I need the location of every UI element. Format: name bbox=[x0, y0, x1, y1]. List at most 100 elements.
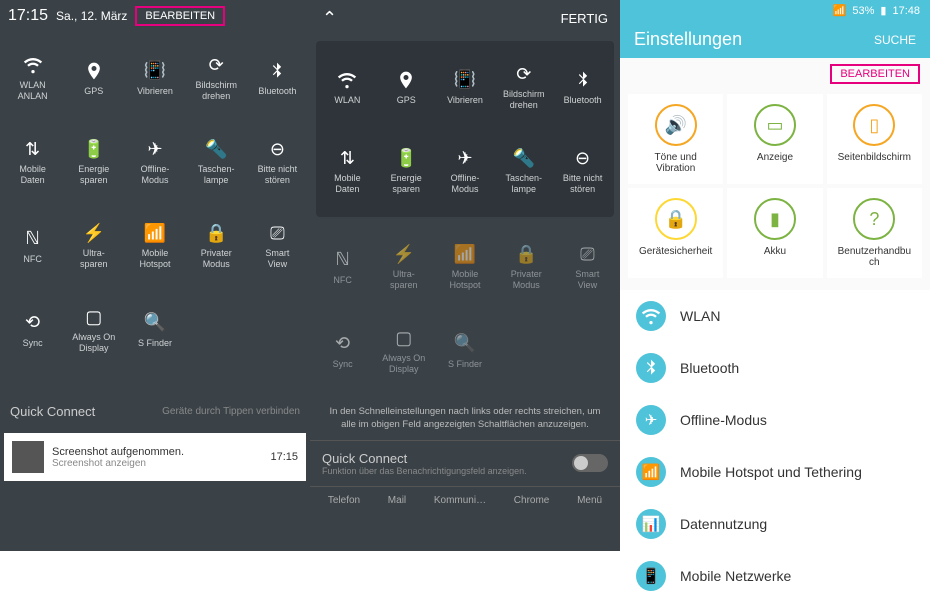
tile-label: Vibrieren bbox=[447, 95, 483, 106]
tile-label: Ultra-sparen bbox=[80, 248, 108, 270]
nav-item[interactable]: Kommuni… bbox=[434, 495, 486, 506]
tile-bt[interactable]: Bluetooth bbox=[553, 45, 612, 129]
tile-wifi[interactable]: WLAN bbox=[318, 45, 377, 129]
notification[interactable]: Screenshot aufgenommen. Screenshot anzei… bbox=[4, 433, 306, 481]
tile-search[interactable]: 🔍S Finder bbox=[434, 309, 495, 393]
tile-wifi[interactable]: WLANANLAN bbox=[2, 36, 63, 120]
tile-aod[interactable]: ▢Always OnDisplay bbox=[373, 309, 434, 393]
ultra-icon: ⚡ bbox=[83, 222, 105, 244]
tile-pin[interactable]: GPS bbox=[63, 36, 124, 120]
tile-cast[interactable]: ⎚SmartView bbox=[247, 204, 308, 288]
list-label: Offline-Modus bbox=[680, 412, 767, 428]
tile-nfc[interactable]: ℕNFC bbox=[312, 225, 373, 309]
tile-ultra[interactable]: ⚡ Ultra-sparen bbox=[63, 204, 124, 288]
card-label: Töne undVibration bbox=[655, 152, 697, 174]
list-item[interactable]: 📶Mobile Hotspot und Tethering bbox=[620, 446, 930, 498]
tile-label: S Finder bbox=[138, 338, 172, 349]
tile-dnd[interactable]: ⊖Bitte nichtstören bbox=[247, 120, 308, 204]
tile-battery[interactable]: 🔋 Energiesparen bbox=[63, 120, 124, 204]
status-bar-edit: ⌃ FERTIG bbox=[310, 0, 620, 37]
edit-hint: In den Schnelleinstellungen nach links o… bbox=[310, 397, 620, 440]
list-item[interactable]: 📊Datennutzung bbox=[620, 498, 930, 550]
card-label: Anzeige bbox=[757, 152, 793, 163]
tile-dnd[interactable]: ⊖Bitte nichtstören bbox=[553, 129, 612, 213]
card-display[interactable]: ▭Anzeige bbox=[727, 94, 822, 184]
tile-label: Offline-Modus bbox=[451, 173, 480, 195]
bt-icon bbox=[572, 69, 594, 91]
chevron-up-icon[interactable]: ⌃ bbox=[322, 8, 337, 29]
nav-item[interactable]: Chrome bbox=[514, 495, 550, 506]
tile-rotate[interactable]: ⟳Bildschirmdrehen bbox=[186, 36, 247, 120]
quick-connect-toggle[interactable] bbox=[572, 454, 608, 472]
tile-hotspot[interactable]: 📶MobileHotspot bbox=[124, 204, 185, 288]
tile-rotate[interactable]: ⟳Bildschirmdrehen bbox=[494, 45, 553, 129]
aod-icon: ▢ bbox=[393, 327, 415, 349]
nav-item[interactable]: Telefon bbox=[328, 495, 360, 506]
nav-item[interactable]: Mail bbox=[388, 495, 406, 506]
tile-label: Bitte nichtstören bbox=[258, 164, 298, 186]
list-item[interactable]: 📱Mobile Netzwerke bbox=[620, 550, 930, 602]
edit-button[interactable]: BEARBEITEN bbox=[135, 6, 225, 26]
tile-label: Bluetooth bbox=[564, 95, 602, 106]
quick-connect-toggle-row: Quick Connect Funktion über das Benachri… bbox=[310, 440, 620, 486]
tile-data[interactable]: ⇅ MobileDaten bbox=[318, 129, 377, 213]
torch-icon: 🔦 bbox=[205, 138, 227, 160]
private-icon: 🔒 bbox=[515, 243, 537, 265]
tile-sync[interactable]: ⟲Sync bbox=[312, 309, 373, 393]
done-button[interactable]: FERTIG bbox=[561, 11, 608, 26]
tile-vibrate[interactable]: 📳Vibrieren bbox=[436, 45, 495, 129]
list-item[interactable]: ✈Offline-Modus bbox=[620, 394, 930, 446]
list-label: Bluetooth bbox=[680, 360, 739, 376]
card-help[interactable]: ?Benutzerhandbuch bbox=[827, 188, 922, 278]
cast-icon: ⎚ bbox=[576, 243, 598, 265]
batt-icon: ▮ bbox=[754, 198, 796, 240]
qc-text: Quick Connect Funktion über das Benachri… bbox=[322, 451, 527, 476]
card-batt[interactable]: ▮Akku bbox=[727, 188, 822, 278]
tile-search[interactable]: 🔍S Finder bbox=[124, 288, 185, 372]
edit-button[interactable]: BEARBEITEN bbox=[830, 64, 920, 84]
tile-label: Vibrieren bbox=[137, 86, 173, 97]
pin-icon bbox=[83, 60, 105, 82]
tile-cast[interactable]: ⎚SmartView bbox=[557, 225, 618, 309]
notification-title: Screenshot aufgenommen. bbox=[52, 446, 262, 458]
search-button[interactable]: SUCHE bbox=[874, 33, 916, 47]
qc-sub: Funktion über das Benachrichtigungsfeld … bbox=[322, 466, 527, 476]
mobile-icon: 📱 bbox=[636, 561, 666, 591]
data-icon: ⇅ bbox=[336, 147, 358, 169]
list-item[interactable]: Bluetooth bbox=[620, 342, 930, 394]
tile-sync[interactable]: ⟲Sync bbox=[2, 288, 63, 372]
tile-aod[interactable]: ▢Always OnDisplay bbox=[63, 288, 124, 372]
card-sound[interactable]: 🔊Töne undVibration bbox=[628, 94, 723, 184]
chart-icon: 📊 bbox=[636, 509, 666, 539]
settings-panel: 📶 53% ▮ 17:48 Einstellungen SUCHE BEARBE… bbox=[620, 0, 930, 551]
tile-plane[interactable]: ✈Offline-Modus bbox=[124, 120, 185, 204]
clock: 17:15 bbox=[8, 7, 48, 25]
tile-nfc[interactable]: ℕNFC bbox=[2, 204, 63, 288]
vibrate-icon: 📳 bbox=[144, 60, 166, 82]
tile-label: MobileHotspot bbox=[139, 248, 170, 270]
card-lock[interactable]: 🔒Gerätesicherheit bbox=[628, 188, 723, 278]
tile-torch[interactable]: 🔦Taschen-lampe bbox=[186, 120, 247, 204]
tile-private[interactable]: 🔒PrivaterModus bbox=[186, 204, 247, 288]
tile-bt[interactable]: Bluetooth bbox=[247, 36, 308, 120]
tile-ultra[interactable]: ⚡Ultra-sparen bbox=[373, 225, 434, 309]
notification-sub: Screenshot anzeigen bbox=[52, 458, 262, 469]
nav-item[interactable]: Menü bbox=[577, 495, 602, 506]
tile-data[interactable]: ⇅MobileDaten bbox=[2, 120, 63, 204]
battery-icon: 🔋 bbox=[83, 138, 105, 160]
tile-hotspot[interactable]: 📶MobileHotspot bbox=[434, 225, 495, 309]
tile-plane[interactable]: ✈Offline-Modus bbox=[436, 129, 495, 213]
tile-label: S Finder bbox=[448, 359, 482, 370]
date: Sa., 12. März bbox=[56, 9, 127, 23]
tile-torch[interactable]: 🔦Taschen-lampe bbox=[494, 129, 553, 213]
tile-private[interactable]: 🔒PrivaterModus bbox=[496, 225, 557, 309]
tile-pin[interactable]: GPS bbox=[377, 45, 436, 129]
tile-label: MobileDaten bbox=[334, 173, 361, 195]
list-item[interactable]: WLAN bbox=[620, 290, 930, 342]
tile-battery[interactable]: 🔋Energiesparen bbox=[377, 129, 436, 213]
tile-label: Energiesparen bbox=[78, 164, 109, 186]
tile-vibrate[interactable]: 📳 Vibrieren bbox=[124, 36, 185, 120]
quick-connect-row[interactable]: Quick Connect Geräte durch Tippen verbin… bbox=[0, 394, 310, 429]
edge-icon: ▯ bbox=[853, 104, 895, 146]
card-edge[interactable]: ▯Seitenbildschirm bbox=[827, 94, 922, 184]
